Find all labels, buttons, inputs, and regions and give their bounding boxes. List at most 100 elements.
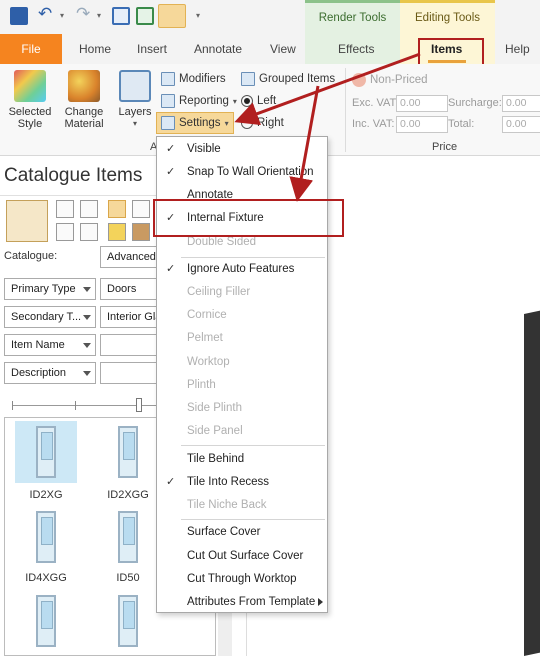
corner-left-icon[interactable] xyxy=(56,200,74,218)
view-icon[interactable] xyxy=(112,7,130,25)
layers-label: Layers xyxy=(118,106,152,118)
door-category-icon[interactable] xyxy=(6,200,48,242)
surcharge-label: Surcharge: xyxy=(448,97,502,109)
layers-button[interactable]: Layers ▾ xyxy=(116,70,154,130)
thumbnail-item[interactable] xyxy=(97,590,159,652)
menu-item-snap-to-wall[interactable]: ✓ Snap To Wall Orientation xyxy=(157,161,327,183)
undo-dropdown-icon[interactable]: ▾ xyxy=(60,11,64,20)
render-icon[interactable] xyxy=(136,7,154,25)
selected-style-button[interactable]: Selected Style xyxy=(4,70,56,130)
menu-item-tile-behind[interactable]: Tile Behind xyxy=(157,448,327,470)
non-priced-icon xyxy=(352,73,366,87)
menu-item-cut-out-surface-cover[interactable]: Cut Out Surface Cover xyxy=(157,545,327,567)
menu-item-attributes-from-template[interactable]: Attributes From Template xyxy=(157,591,327,613)
tab-file[interactable]: File xyxy=(0,34,62,64)
menu-item-surface-cover[interactable]: Surface Cover xyxy=(157,521,327,543)
settings-icon xyxy=(161,116,175,130)
menu-item-label: Cut Through Worktop xyxy=(187,573,297,585)
non-priced-toggle[interactable]: Non-Priced xyxy=(352,70,428,90)
right-radio-icon xyxy=(241,117,253,129)
undo-icon[interactable]: ↶ xyxy=(38,4,56,23)
menu-item-plinth: Plinth xyxy=(157,374,327,396)
secondary-type-select[interactable]: Secondary T... xyxy=(4,306,96,328)
slider-thumb[interactable] xyxy=(136,398,142,412)
round-door-icon[interactable] xyxy=(108,223,126,241)
menu-item-label: Double Sided xyxy=(187,236,257,248)
secondary-type-label: Secondary T... xyxy=(11,311,82,323)
menu-item-label: Plinth xyxy=(187,379,216,391)
description-field[interactable] xyxy=(100,362,160,384)
change-material-button[interactable]: Change Material xyxy=(62,70,106,130)
tab-help[interactable]: Help xyxy=(505,42,530,56)
item-name-field[interactable] xyxy=(100,334,160,356)
thumbnail-item[interactable] xyxy=(97,506,159,568)
settings-button[interactable]: Settings ▾ xyxy=(161,113,229,133)
total-field[interactable]: 0.00 xyxy=(502,116,540,133)
menu-item-cut-through-worktop[interactable]: Cut Through Worktop xyxy=(157,568,327,590)
item-name-select[interactable]: Item Name xyxy=(4,334,96,356)
grouped-items-button[interactable]: Grouped Items xyxy=(241,69,335,89)
menu-item-tile-into-recess[interactable]: ✓ Tile Into Recess xyxy=(157,471,327,493)
right-radio[interactable]: Right xyxy=(241,113,284,133)
inc-vat-field[interactable]: 0.00 xyxy=(396,116,448,133)
menu-item-side-plinth: Side Plinth xyxy=(157,397,327,419)
window-icon[interactable] xyxy=(132,200,150,218)
left-radio[interactable]: Left xyxy=(241,91,276,111)
secondary-value-field[interactable]: Interior Gla xyxy=(100,306,160,328)
redo-dropdown-icon[interactable]: ▾ xyxy=(97,11,101,20)
menu-item-label: Cut Out Surface Cover xyxy=(187,550,304,562)
tab-home[interactable]: Home xyxy=(79,42,111,56)
menu-item-visible[interactable]: ✓ Visible xyxy=(157,138,327,160)
menu-item-ignore-auto-features[interactable]: ✓ Ignore Auto Features xyxy=(157,258,327,280)
submenu-arrow-icon xyxy=(318,598,323,606)
customize-toolbar-icon[interactable]: ▾ xyxy=(196,11,200,20)
display-mode-icon[interactable] xyxy=(158,4,186,28)
thumbnail-item[interactable] xyxy=(97,421,159,483)
surcharge-field[interactable]: 0.00 xyxy=(502,95,540,112)
description-select[interactable]: Description xyxy=(4,362,96,384)
menu-separator xyxy=(181,519,325,520)
selected-style-label: Selected Style xyxy=(8,106,52,130)
panel-icon[interactable] xyxy=(80,223,98,241)
thumbnail-label: ID2XGG xyxy=(107,489,149,501)
door-thumbnail-icon xyxy=(36,595,56,647)
corner-right-icon[interactable] xyxy=(80,200,98,218)
redo-icon[interactable]: ↷ xyxy=(76,4,94,23)
grouped-items-icon xyxy=(241,72,255,86)
reporting-button[interactable]: Reporting ▾ xyxy=(161,91,237,111)
door-frame-icon[interactable] xyxy=(108,200,126,218)
exc-vat-field[interactable]: 0.00 xyxy=(396,95,448,112)
total-label: Total: xyxy=(448,118,475,130)
tab-annotate[interactable]: Annotate xyxy=(194,42,242,56)
thumbnail-label: ID50 xyxy=(116,572,140,584)
title-bar-spacer xyxy=(495,0,540,34)
thumbnail-item[interactable] xyxy=(15,590,77,652)
cabinet-icon[interactable] xyxy=(132,223,150,241)
primary-type-label: Primary Type xyxy=(11,283,76,295)
tab-view[interactable]: View xyxy=(270,42,296,56)
tab-insert[interactable]: Insert xyxy=(137,42,167,56)
menu-item-worktop: Worktop xyxy=(157,351,327,373)
primary-type-select[interactable]: Primary Type xyxy=(4,278,96,300)
chevron-down-icon xyxy=(83,343,91,348)
modifiers-button[interactable]: Modifiers xyxy=(161,69,226,89)
menu-item-label: Tile Into Recess xyxy=(187,476,270,488)
non-priced-label: Non-Priced xyxy=(370,74,428,86)
thumbnail-item[interactable] xyxy=(15,421,77,483)
save-icon[interactable] xyxy=(10,7,28,25)
arch-icon[interactable] xyxy=(56,223,74,241)
change-material-label: Change Material xyxy=(64,106,104,130)
chevron-down-icon xyxy=(83,287,91,292)
reporting-dropdown-icon: ▾ xyxy=(232,96,237,106)
primary-value-field[interactable]: Doors xyxy=(100,278,160,300)
right-radio-label: Right xyxy=(257,117,284,129)
menu-item-tile-niche-back: Tile Niche Back xyxy=(157,494,327,516)
catalogue-select[interactable]: Advanced xyxy=(100,246,160,268)
menu-item-label: Tile Niche Back xyxy=(187,499,267,511)
layers-dropdown-icon: ▾ xyxy=(132,119,137,128)
quick-access-toolbar: ↶ ▾ ↷ ▾ ▾ xyxy=(0,0,305,34)
tab-effects[interactable]: Effects xyxy=(338,42,374,56)
render-tools-label: Render Tools xyxy=(318,12,387,24)
thumbnail-item[interactable] xyxy=(15,506,77,568)
chevron-down-icon xyxy=(83,315,91,320)
